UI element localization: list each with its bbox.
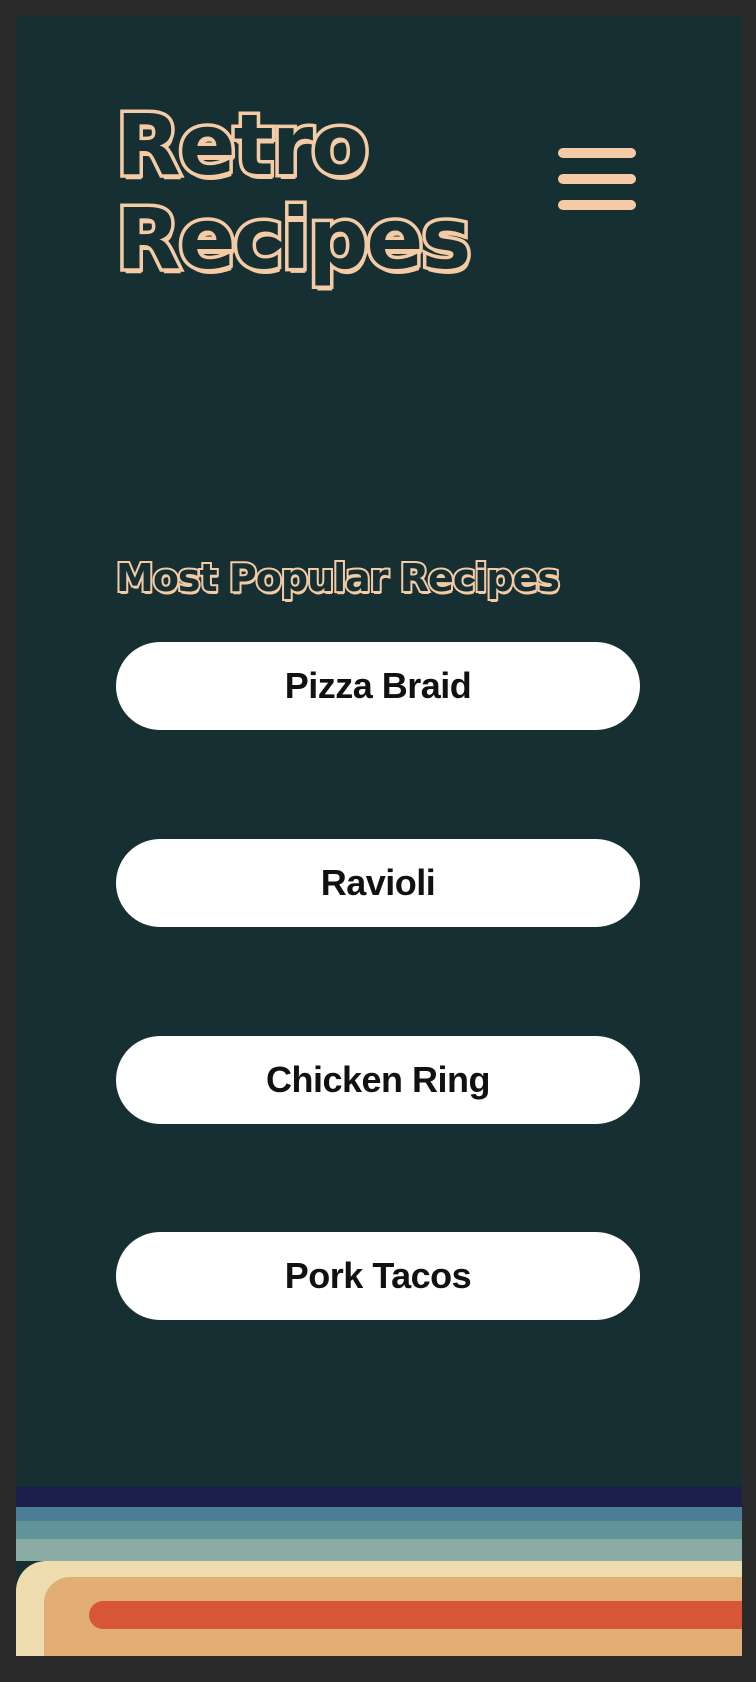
app-screen: Retro Recipes Most Popular Recipes Pizza… xyxy=(16,16,742,1656)
hamburger-menu-icon[interactable] xyxy=(556,136,640,210)
stripe-teal xyxy=(16,1521,742,1539)
recipe-button-chicken-ring[interactable]: Chicken Ring xyxy=(116,1036,640,1124)
recipe-button-ravioli[interactable]: Ravioli xyxy=(116,839,640,927)
popular-recipes-heading: Most Popular Recipes xyxy=(114,554,562,602)
menu-bar-bottom xyxy=(558,200,636,210)
menu-bar-middle xyxy=(558,174,636,184)
recipe-button-pork-tacos[interactable]: Pork Tacos xyxy=(116,1232,640,1320)
stripe-orange xyxy=(89,1601,742,1629)
stripe-blue xyxy=(16,1507,742,1521)
menu-bar-top xyxy=(558,148,636,158)
site-title-line2: Recipes xyxy=(112,189,474,290)
stripe-navy xyxy=(16,1487,742,1507)
site-title[interactable]: Retro Recipes xyxy=(112,95,474,290)
recipe-button-pizza-braid[interactable]: Pizza Braid xyxy=(116,642,640,730)
stripe-sage xyxy=(16,1539,742,1561)
site-title-line1: Retro xyxy=(112,95,372,196)
